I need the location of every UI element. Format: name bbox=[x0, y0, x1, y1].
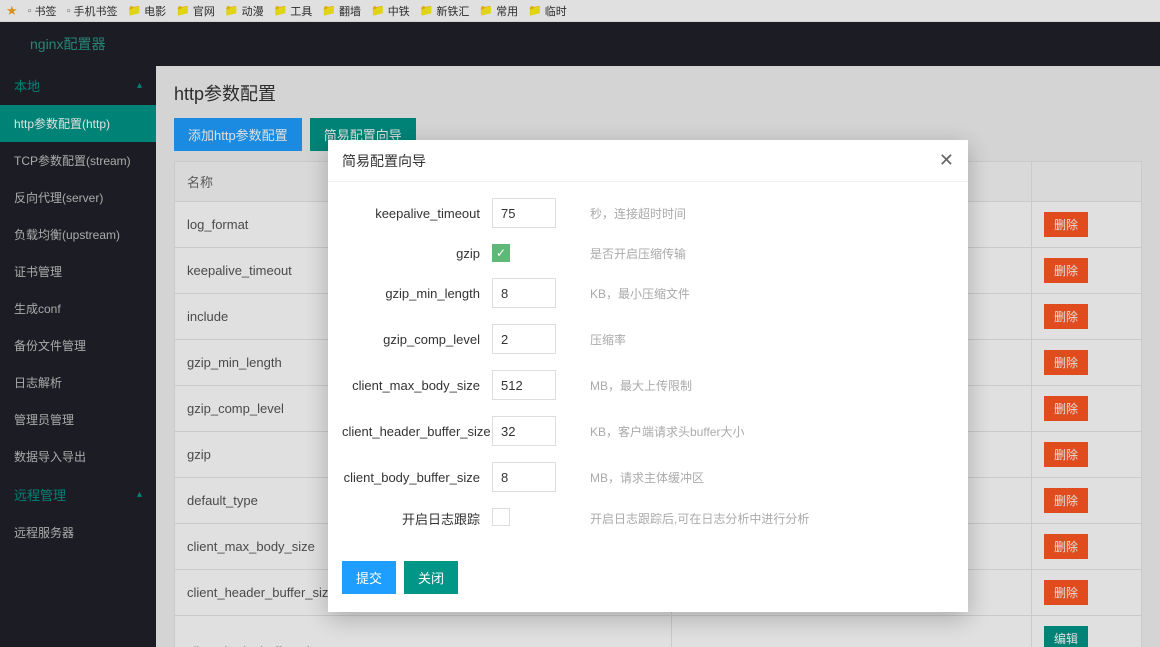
form-row: client_max_body_size MB，最大上传限制 bbox=[342, 370, 954, 400]
field-hint: KB，客户端请求头buffer大小 bbox=[572, 423, 954, 440]
field-hint: 开启日志跟踪后,可在日志分析中进行分析 bbox=[572, 510, 954, 527]
form-row: 开启日志跟踪 开启日志跟踪后,可在日志分析中进行分析 bbox=[342, 508, 954, 529]
text-input[interactable] bbox=[492, 324, 556, 354]
field-hint: MB，最大上传限制 bbox=[572, 377, 954, 394]
text-input[interactable] bbox=[492, 198, 556, 228]
form-row: client_body_buffer_size MB，请求主体缓冲区 bbox=[342, 462, 954, 492]
checkbox[interactable]: ✓ bbox=[492, 244, 510, 262]
field-control bbox=[492, 278, 572, 308]
field-label: gzip_comp_level bbox=[342, 332, 492, 347]
close-icon[interactable]: ✕ bbox=[939, 150, 954, 171]
form-row: gzip_min_length KB，最小压缩文件 bbox=[342, 278, 954, 308]
field-control bbox=[492, 462, 572, 492]
field-control: ✓ bbox=[492, 244, 572, 262]
field-hint: 秒，连接超时时间 bbox=[572, 205, 954, 222]
field-hint: KB，最小压缩文件 bbox=[572, 285, 954, 302]
checkbox[interactable] bbox=[492, 508, 510, 526]
form-row: gzip✓ 是否开启压缩传输 bbox=[342, 244, 954, 262]
field-hint: 是否开启压缩传输 bbox=[572, 245, 954, 262]
field-control bbox=[492, 370, 572, 400]
form-row: client_header_buffer_size KB，客户端请求头buffer… bbox=[342, 416, 954, 446]
submit-button[interactable]: 提交 bbox=[342, 561, 396, 594]
field-label: client_max_body_size bbox=[342, 378, 492, 393]
field-hint: 压缩率 bbox=[572, 331, 954, 348]
field-label: gzip bbox=[342, 246, 492, 261]
field-label: client_header_buffer_size bbox=[342, 424, 492, 439]
close-button[interactable]: 关闭 bbox=[404, 561, 458, 594]
form-row: keepalive_timeout 秒，连接超时时间 bbox=[342, 198, 954, 228]
text-input[interactable] bbox=[492, 278, 556, 308]
field-label: keepalive_timeout bbox=[342, 206, 492, 221]
text-input[interactable] bbox=[492, 462, 556, 492]
field-label: client_body_buffer_size bbox=[342, 470, 492, 485]
text-input[interactable] bbox=[492, 416, 556, 446]
form-row: gzip_comp_level 压缩率 bbox=[342, 324, 954, 354]
field-control bbox=[492, 416, 572, 446]
text-input[interactable] bbox=[492, 370, 556, 400]
field-control bbox=[492, 508, 572, 529]
field-label: gzip_min_length bbox=[342, 286, 492, 301]
wizard-modal: 简易配置向导 ✕ keepalive_timeout 秒，连接超时时间 gzip✓ 是… bbox=[328, 140, 968, 612]
field-label: 开启日志跟踪 bbox=[342, 509, 492, 528]
modal-title: 简易配置向导 bbox=[342, 151, 426, 171]
field-control bbox=[492, 324, 572, 354]
field-control bbox=[492, 198, 572, 228]
field-hint: MB，请求主体缓冲区 bbox=[572, 469, 954, 486]
